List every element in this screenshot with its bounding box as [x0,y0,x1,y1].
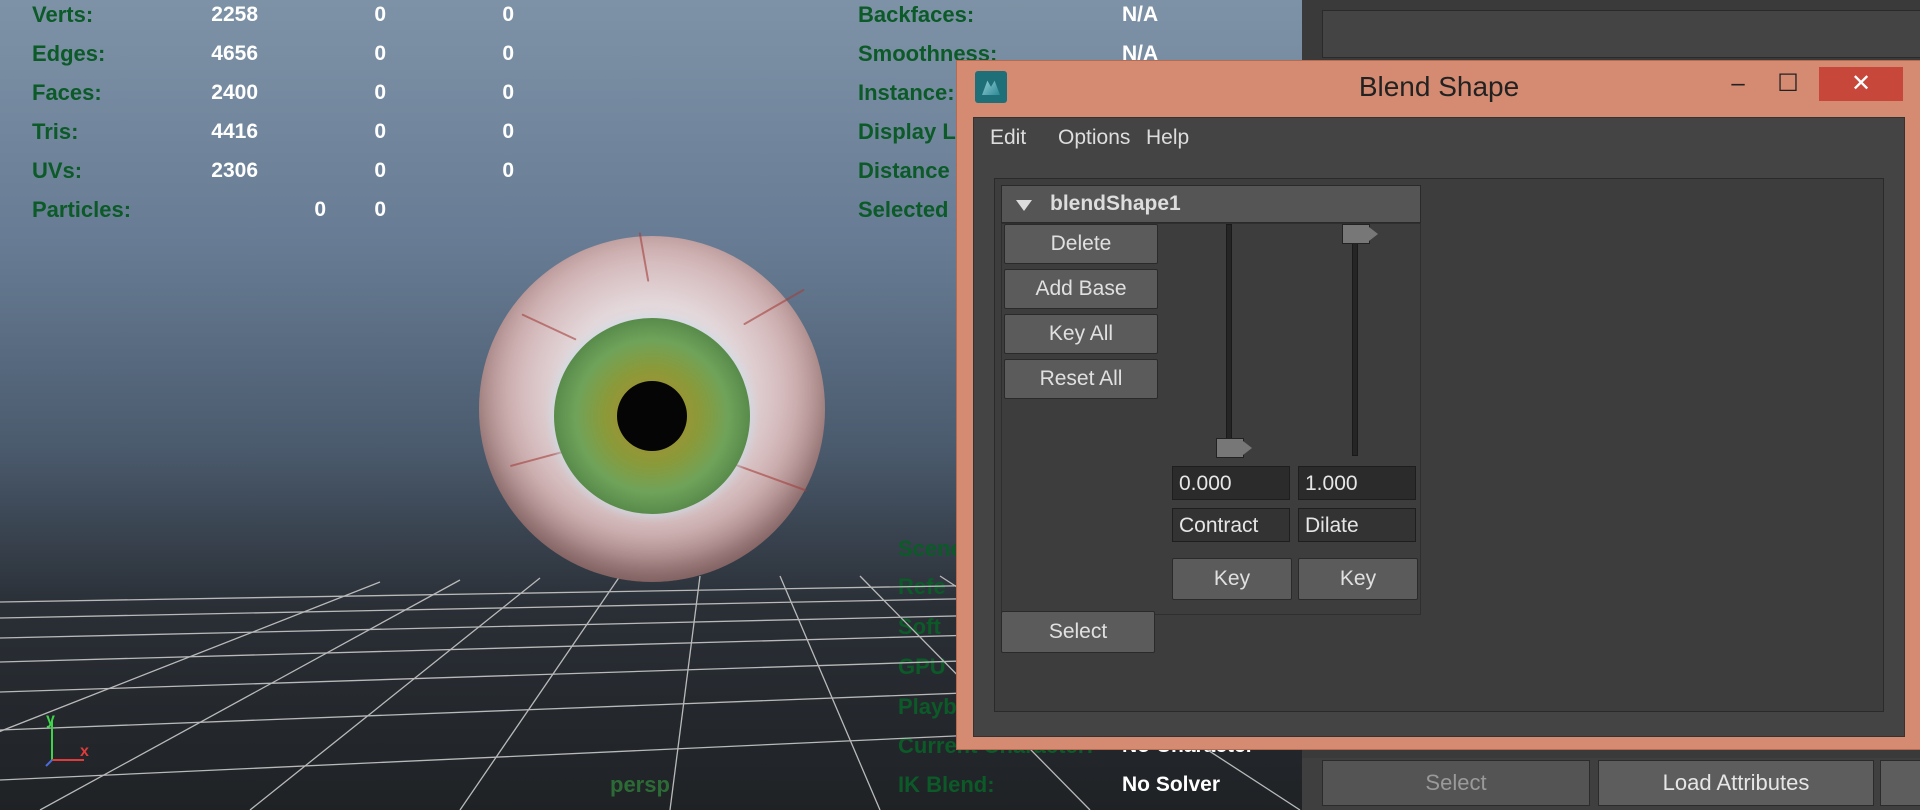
minimize-button[interactable]: – [1713,67,1763,101]
contract-weight-field[interactable]: 0.000 [1172,466,1290,500]
hud-faces-v2: 0 [374,81,386,104]
hud-distance-label: Distance [858,158,950,183]
dilate-weight-field[interactable]: 1.000 [1298,466,1416,500]
menu-options[interactable]: Options [1058,126,1130,150]
axis-gizmo-icon: y x [45,712,89,767]
hud-tris-v1: 4416 [211,120,258,143]
contract-slider-thumb[interactable] [1216,438,1252,458]
collapse-triangle-icon[interactable] [1016,200,1032,211]
hud-uvs-v3: 0 [502,159,514,182]
dilate-slider-track[interactable] [1352,224,1358,456]
dilate-slider-thumb[interactable] [1342,224,1378,244]
hud-faces-label: Faces: [32,80,102,105]
close-button[interactable]: ✕ [1819,67,1903,101]
blend-shape-panel: blendShape1 Delete Add Base Key All Rese… [994,178,1884,712]
hud-edges-v3: 0 [502,42,514,65]
hud-uvs-v1: 2306 [211,159,258,182]
window-content: Edit Options Help blendShape1 Delete Add… [973,117,1905,737]
pupil [617,381,687,451]
iris [554,318,750,514]
ae-load-attributes-button[interactable]: Load Attributes [1598,760,1874,806]
reset-all-button[interactable]: Reset All [1004,359,1158,399]
attribute-editor-top-bar [1322,10,1920,58]
window-title-bar[interactable]: Blend Shape – ☐ ✕ [957,61,1920,115]
dilate-key-button[interactable]: Key [1298,558,1418,600]
hud-tris-v3: 0 [502,120,514,143]
menu-help[interactable]: Help [1146,126,1189,150]
hud-edges-v2: 0 [374,42,386,65]
hud-backfaces-label: Backfaces: [858,2,975,27]
hud-verts-v1: 2258 [211,3,258,26]
ae-extra-button[interactable] [1880,760,1920,806]
hud-verts-v2: 0 [374,3,386,26]
hud-scene-label: Scene [898,536,963,561]
hud-edges-v1: 4656 [211,42,258,65]
camera-label: persp [610,772,670,797]
menu-edit[interactable]: Edit [990,126,1026,150]
hud-uvs-v2: 0 [374,159,386,182]
hud-tris-label: Tris: [32,119,79,144]
hud-display-label: Display L [858,119,956,144]
axis-y-label: y [46,712,55,728]
blendshape-node-name: blendShape1 [1050,192,1181,215]
hud-tris-v2: 0 [374,120,386,143]
hud-selected-label: Selected [858,197,949,222]
hud-instance-label: Instance: [858,80,955,105]
contract-target-name[interactable]: Contract [1172,508,1290,542]
axis-x-label: x [80,743,89,760]
select-button[interactable]: Select [1001,611,1155,653]
key-all-button[interactable]: Key All [1004,314,1158,354]
contract-key-button[interactable]: Key [1172,558,1292,600]
ae-select-button[interactable]: Select [1322,760,1590,806]
add-base-button[interactable]: Add Base [1004,269,1158,309]
blendshape-frame-body: Delete Add Base Key All Reset All 0.000 … [1001,223,1421,615]
hud-edges-label: Edges: [32,41,106,66]
hud-verts-label: Verts: [32,2,94,27]
hud-particles-v1: 0 [314,198,326,221]
hud-faces-v1: 2400 [211,81,258,104]
hud-particles-label: Particles: [32,197,132,222]
maximize-button[interactable]: ☐ [1763,67,1813,101]
blend-shape-window[interactable]: Blend Shape – ☐ ✕ Edit Options Help blen… [956,60,1920,750]
hud-verts-v3: 0 [502,3,514,26]
blendshape-frame-header[interactable]: blendShape1 [1001,185,1421,223]
dilate-target-name[interactable]: Dilate [1298,508,1416,542]
eyeball-model[interactable] [479,232,825,582]
hud-particles-v2: 0 [374,198,386,221]
menu-bar: Edit Options Help [974,118,1904,158]
hud-uvs-label: UVs: [32,158,83,183]
hud-backfaces-value: N/A [1122,3,1159,26]
delete-button[interactable]: Delete [1004,224,1158,264]
contract-slider-track[interactable] [1226,224,1232,456]
hud-faces-v3: 0 [502,81,514,104]
